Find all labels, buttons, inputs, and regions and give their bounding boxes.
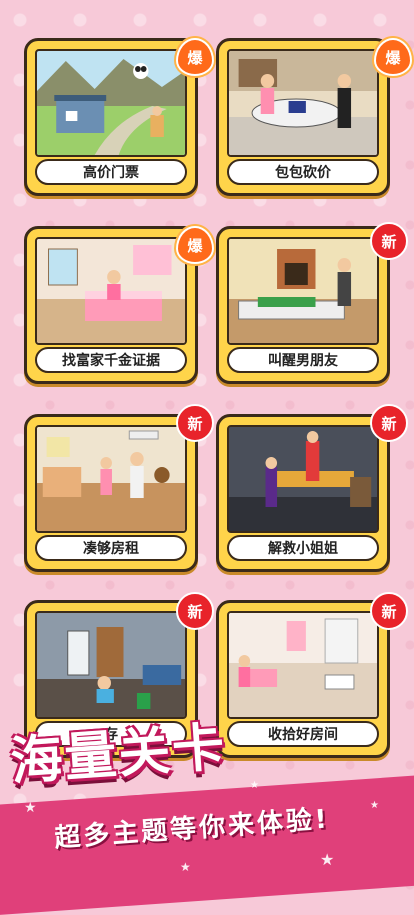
level-card-evidence[interactable]: 找富家千金证据 bbox=[24, 226, 198, 384]
new-badge: 新 bbox=[370, 222, 408, 260]
level-label: 包包砍价 bbox=[227, 159, 379, 185]
level-label: 找富家千金证据 bbox=[35, 347, 187, 373]
new-badge: 新 bbox=[176, 404, 214, 442]
level-card-rescue[interactable]: 解救小姐姐 bbox=[216, 414, 390, 572]
level-scene-evidence bbox=[35, 237, 187, 345]
star-icon: ★ bbox=[24, 800, 37, 816]
star-icon: ★ bbox=[370, 800, 379, 811]
hot-badge: 爆 bbox=[176, 38, 214, 76]
level-card-bag[interactable]: 包包砍价 bbox=[216, 38, 390, 196]
level-scene-tidy bbox=[227, 611, 379, 719]
level-label: 高价门票 bbox=[35, 159, 187, 185]
star-icon: ★ bbox=[250, 780, 259, 791]
level-label: 叫醒男朋友 bbox=[227, 347, 379, 373]
new-badge: 新 bbox=[370, 592, 408, 630]
hot-badge: 爆 bbox=[176, 226, 214, 264]
new-badge: 新 bbox=[370, 404, 408, 442]
level-card-ticket[interactable]: 高价门票 bbox=[24, 38, 198, 196]
level-card-tidy[interactable]: 收拾好房间 bbox=[216, 600, 390, 758]
level-scene-save bbox=[35, 611, 187, 719]
new-badge: 新 bbox=[176, 592, 214, 630]
level-scene-rescue bbox=[227, 425, 379, 533]
promo-title: 海量关卡 bbox=[8, 717, 229, 793]
star-icon: ★ bbox=[320, 850, 335, 869]
level-card-wake[interactable]: 叫醒男朋友 bbox=[216, 226, 390, 384]
level-label: 凑够房租 bbox=[35, 535, 187, 561]
level-label: 解救小姐姐 bbox=[227, 535, 379, 561]
level-scene-ticket bbox=[35, 49, 187, 157]
level-card-rent[interactable]: 凑够房租 bbox=[24, 414, 198, 572]
star-icon: ★ bbox=[180, 860, 191, 874]
level-scene-wake bbox=[227, 237, 379, 345]
level-scene-bag bbox=[227, 49, 379, 157]
level-label: 收拾好房间 bbox=[227, 721, 379, 747]
level-scene-rent bbox=[35, 425, 187, 533]
level-grid: 高价门票 爆 包包砍价 爆 找富家千金证据 爆 叫醒男朋友 新 凑够房租 新 解… bbox=[0, 0, 414, 760]
hot-badge: 爆 bbox=[374, 38, 412, 76]
